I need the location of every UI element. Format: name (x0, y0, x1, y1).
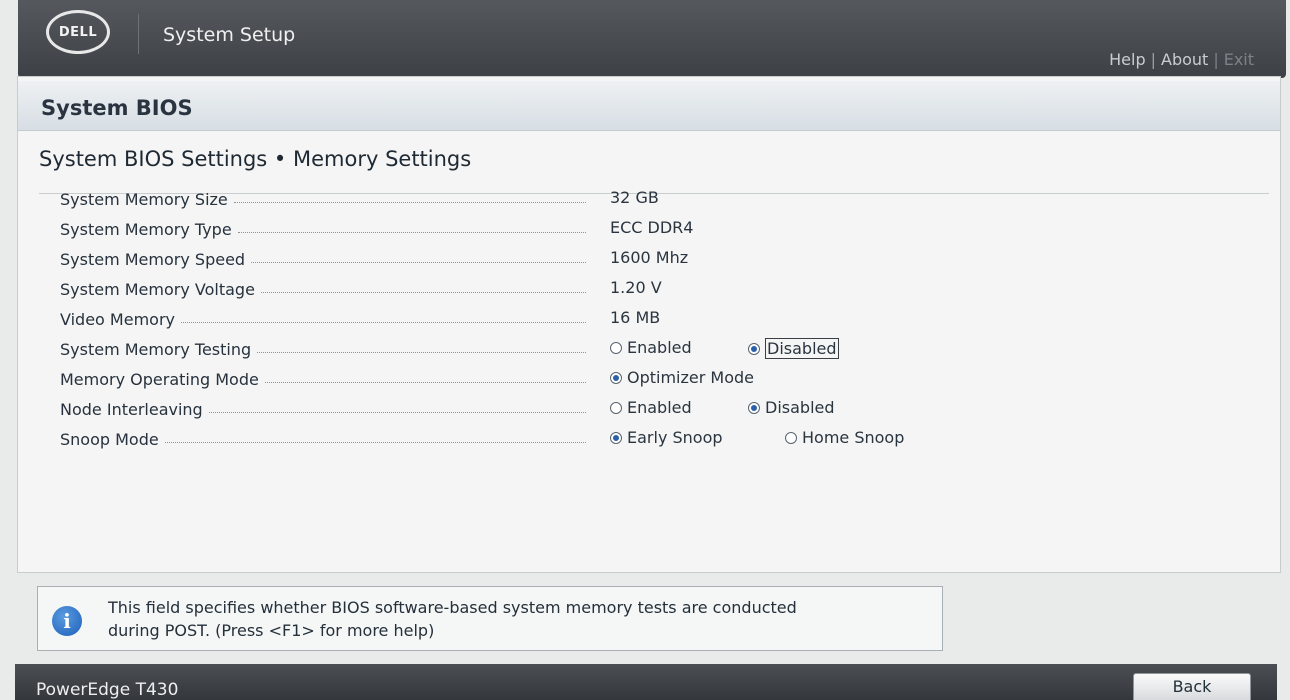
setting-label-wrap: Memory Operating Mode (60, 365, 586, 389)
setting-label-wrap: Video Memory (60, 305, 586, 329)
setting-label-wrap: System Memory Speed (60, 245, 586, 269)
setting-label: System Memory Size (60, 190, 228, 209)
help-text-line: This field specifies whether BIOS softwa… (108, 598, 797, 617)
setting-label: System Memory Testing (60, 340, 252, 359)
setting-row-memory-voltage: System Memory Voltage 1.20 V (60, 275, 1240, 299)
leader-dots (260, 292, 586, 293)
leader-dots (233, 202, 586, 203)
radio-option-disabled[interactable]: Disabled (748, 398, 835, 417)
radio-unselected-icon (785, 431, 797, 444)
radio-unselected-icon (610, 341, 622, 354)
radio-selected-icon (610, 371, 622, 384)
radio-label: Early Snoop (627, 428, 723, 447)
header-divider (138, 14, 139, 54)
setting-value: 16 MB (610, 308, 661, 327)
help-link[interactable]: Help (1109, 50, 1145, 69)
setting-row-memory-speed: System Memory Speed 1600 Mhz (60, 245, 1240, 269)
setting-row-snoop-mode: Snoop Mode Early Snoop Home Snoop (60, 425, 1240, 449)
setting-label-wrap: System Memory Testing (60, 335, 586, 359)
setting-label-wrap: System Memory Voltage (60, 275, 586, 299)
header-bar: DELL System Setup Help | About | Exit (18, 0, 1286, 78)
dell-logo: DELL (46, 10, 110, 54)
radio-label: Enabled (627, 398, 692, 417)
setting-value: 1600 Mhz (610, 248, 689, 267)
setting-label-wrap: System Memory Type (60, 215, 586, 239)
link-separator: | (1213, 50, 1219, 69)
radio-selected-icon (748, 342, 760, 355)
footer-bar: PowerEdge T430 Back (15, 664, 1277, 700)
help-text: This field specifies whether BIOS softwa… (108, 596, 928, 642)
setting-row-memory-operating-mode: Memory Operating Mode Optimizer Mode (60, 365, 1240, 389)
radio-option-disabled[interactable]: Disabled (748, 338, 839, 359)
setting-value: 32 GB (610, 188, 659, 207)
link-separator: | (1150, 50, 1156, 69)
radio-label: Disabled (765, 398, 835, 417)
system-model: PowerEdge T430 (36, 680, 179, 700)
radio-option-optimizer-mode[interactable]: Optimizer Mode (610, 368, 754, 387)
radio-label: Home Snoop (802, 428, 905, 447)
page-title: System BIOS Settings • Memory Settings (39, 147, 472, 171)
main-panel: System BIOS System BIOS Settings • Memor… (17, 76, 1281, 573)
radio-option-early-snoop[interactable]: Early Snoop (610, 428, 723, 447)
setting-label-wrap: Node Interleaving (60, 395, 586, 419)
info-icon: i (52, 606, 82, 636)
setting-label-wrap: System Memory Size (60, 185, 586, 209)
leader-dots (251, 262, 586, 263)
back-button[interactable]: Back (1133, 673, 1251, 700)
radio-selected-icon (748, 401, 760, 414)
about-link[interactable]: About (1161, 50, 1208, 69)
section-title: System BIOS (41, 96, 193, 120)
setting-row-memory-type: System Memory Type ECC DDR4 (60, 215, 1240, 239)
leader-dots (257, 352, 586, 353)
header-links: Help | About | Exit (1109, 50, 1254, 69)
setting-label: Video Memory (60, 310, 175, 329)
setting-label: System Memory Speed (60, 250, 246, 269)
setting-row-node-interleaving: Node Interleaving Enabled Disabled (60, 395, 1240, 419)
exit-link[interactable]: Exit (1224, 50, 1254, 69)
setting-value: ECC DDR4 (610, 218, 694, 237)
leader-dots (264, 382, 586, 383)
radio-label-focused: Disabled (765, 338, 839, 359)
radio-option-home-snoop[interactable]: Home Snoop (785, 428, 904, 447)
setting-label: Node Interleaving (60, 400, 203, 419)
setting-label: Memory Operating Mode (60, 370, 259, 389)
setting-label: System Memory Voltage (60, 280, 255, 299)
app-title: System Setup (163, 24, 296, 46)
setting-row-memory-size: System Memory Size 32 GB (60, 185, 1240, 209)
help-box: i This field specifies whether BIOS soft… (37, 586, 943, 651)
leader-dots (180, 322, 586, 323)
leader-dots (164, 442, 586, 443)
leader-dots (208, 412, 586, 413)
radio-selected-icon (610, 431, 622, 444)
radio-option-enabled[interactable]: Enabled (610, 398, 692, 417)
setting-label: System Memory Type (60, 220, 232, 239)
radio-option-enabled[interactable]: Enabled (610, 338, 692, 357)
help-text-line: during POST. (Press <F1> for more help) (108, 621, 435, 640)
setting-row-video-memory: Video Memory 16 MB (60, 305, 1240, 329)
radio-label: Optimizer Mode (627, 368, 754, 387)
setting-value: 1.20 V (610, 278, 662, 297)
radio-label: Enabled (627, 338, 692, 357)
setting-label-wrap: Snoop Mode (60, 425, 586, 449)
leader-dots (237, 232, 586, 233)
setting-label: Snoop Mode (60, 430, 159, 449)
setting-row-memory-testing: System Memory Testing Enabled Disabled (60, 335, 1240, 359)
radio-unselected-icon (610, 401, 622, 414)
section-header: System BIOS (18, 81, 1280, 131)
